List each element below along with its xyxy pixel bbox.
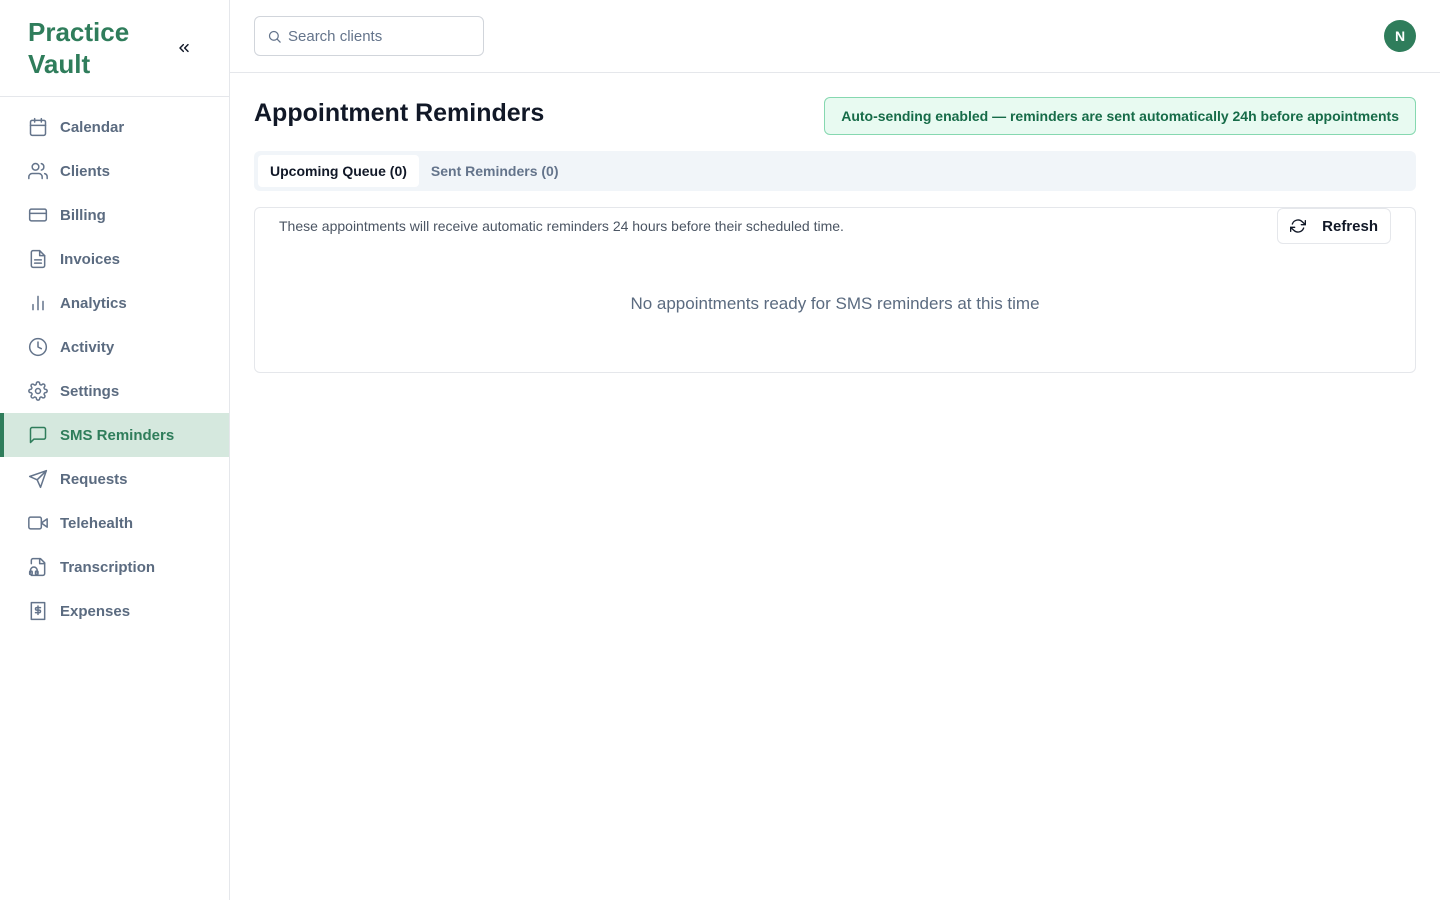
sidebar-item-label: Calendar [60, 118, 125, 136]
sidebar-item-billing[interactable]: Billing [0, 193, 229, 237]
sidebar-item-label: Transcription [60, 558, 156, 576]
refresh-icon [1290, 219, 1307, 233]
sidebar-item-label: Activity [60, 338, 115, 356]
sidebar-item-analytics[interactable]: Analytics [0, 281, 229, 325]
sidebar-item-telehealth[interactable]: Telehealth [0, 501, 229, 545]
search-icon [268, 30, 281, 43]
sidebar-item-label: Requests [60, 470, 128, 488]
sidebar: Practice Vault Calendar Clients Billing [0, 0, 230, 900]
sidebar-item-calendar[interactable]: Calendar [0, 105, 229, 149]
sidebar-nav: Calendar Clients Billing Invoices Analyt… [0, 97, 229, 633]
refresh-button-label: Refresh [1322, 217, 1378, 235]
calendar-icon [28, 117, 48, 137]
chevrons-left-icon [179, 43, 189, 53]
page-title: Appointment Reminders [254, 99, 545, 127]
page-header: Appointment Reminders Auto-sending enabl… [254, 97, 1416, 137]
file-text-icon [28, 249, 48, 269]
topbar: N [230, 0, 1440, 73]
auto-sending-status-banner: Auto-sending enabled — reminders are sen… [824, 97, 1416, 135]
avatar[interactable]: N [1384, 20, 1416, 52]
tab-list: Upcoming Queue (0) Sent Reminders (0) [254, 151, 1416, 191]
tab-upcoming-queue[interactable]: Upcoming Queue (0) [258, 155, 419, 187]
refresh-button[interactable]: Refresh [1277, 208, 1391, 244]
brand-header: Practice Vault [0, 0, 229, 97]
app-logo-text: Practice Vault [28, 17, 130, 79]
receipt-dollar-icon [28, 601, 48, 621]
empty-state-message: No appointments ready for SMS reminders … [630, 294, 1040, 313]
sidebar-item-expenses[interactable]: Expenses [0, 589, 229, 633]
clock-icon [28, 337, 48, 357]
sidebar-item-label: SMS Reminders [60, 426, 175, 444]
sidebar-item-label: Expenses [60, 602, 131, 620]
users-icon [28, 161, 48, 181]
bar-chart-icon [28, 293, 48, 313]
search-input[interactable] [288, 27, 468, 45]
sidebar-item-label: Settings [60, 382, 120, 400]
main-content: Appointment Reminders Auto-sending enabl… [254, 97, 1416, 373]
upcoming-queue-panel: These appointments will receive automati… [254, 207, 1416, 373]
sidebar-item-clients[interactable]: Clients [0, 149, 229, 193]
video-icon [28, 513, 48, 533]
gear-icon [28, 381, 48, 401]
sidebar-item-label: Billing [60, 206, 106, 224]
sidebar-item-label: Analytics [60, 294, 127, 312]
queue-description: These appointments will receive automati… [279, 218, 844, 234]
sidebar-item-activity[interactable]: Activity [0, 325, 229, 369]
sidebar-item-requests[interactable]: Requests [0, 457, 229, 501]
sidebar-item-label: Clients [60, 162, 111, 180]
sidebar-item-sms-reminders[interactable]: SMS Reminders [0, 413, 229, 457]
search-box[interactable] [254, 16, 484, 56]
collapse-sidebar-button[interactable] [172, 36, 196, 60]
send-icon [28, 469, 48, 489]
sidebar-item-label: Telehealth [60, 514, 134, 532]
tab-sent-reminders[interactable]: Sent Reminders (0) [419, 155, 571, 187]
sidebar-item-label: Invoices [60, 250, 121, 268]
message-square-icon [28, 425, 48, 445]
sidebar-item-transcription[interactable]: Transcription [0, 545, 229, 589]
sidebar-item-invoices[interactable]: Invoices [0, 237, 229, 281]
credit-card-icon [28, 205, 48, 225]
file-audio-icon [28, 557, 48, 577]
sidebar-item-settings[interactable]: Settings [0, 369, 229, 413]
